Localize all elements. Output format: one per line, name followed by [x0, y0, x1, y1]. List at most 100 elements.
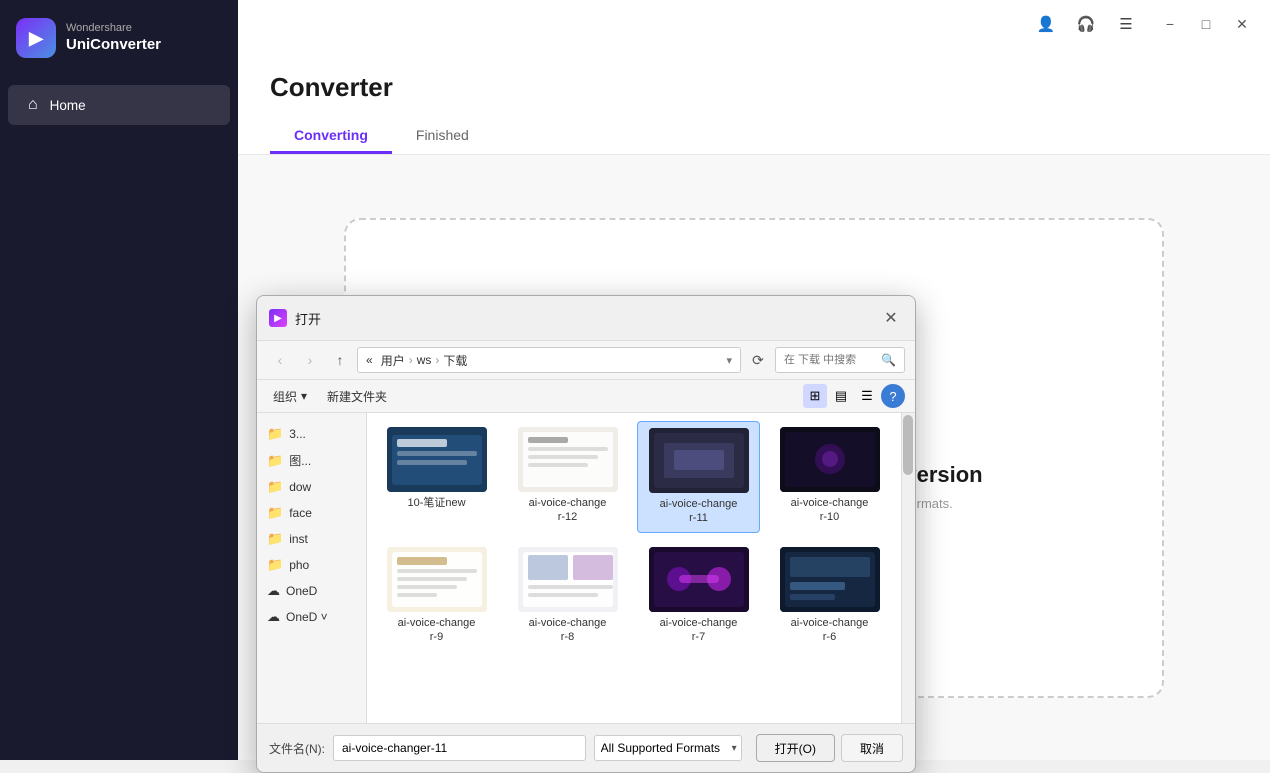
menu-button[interactable]: ☰ — [1110, 8, 1142, 40]
maximize-button[interactable]: □ — [1190, 8, 1222, 40]
home-icon: ⌂ — [28, 96, 38, 114]
dialog-footer: 文件名(N): All Supported Formats ▾ 打开(O) 取消 — [257, 723, 915, 772]
sidebar-item-home[interactable]: ⌂ Home — [8, 85, 230, 125]
breadcrumb-sep-2: › — [409, 353, 413, 367]
file-grid: 10-笔证new — [375, 421, 907, 650]
file-name: ai-voice-changer-8 — [529, 616, 607, 645]
left-item-label: 3... — [289, 427, 306, 441]
list-view-button[interactable]: ▤ — [829, 384, 853, 408]
grid-view-button[interactable]: ⊞ — [803, 384, 827, 408]
file-item-selected[interactable]: ai-voice-changer-11 — [637, 421, 760, 533]
support-button[interactable]: 🎧 — [1070, 8, 1102, 40]
sidebar-home-label: Home — [50, 98, 86, 113]
folder-icon: 📁 — [267, 505, 283, 521]
dialog-right-panel: 10-笔证new — [367, 413, 915, 723]
left-item-label: pho — [289, 558, 309, 572]
format-select-wrapper: All Supported Formats ▾ — [594, 735, 742, 761]
breadcrumb-downloads[interactable]: 下载 — [443, 352, 467, 369]
left-item-label: 图... — [289, 452, 311, 469]
file-item[interactable]: ai-voice-changer-12 — [506, 421, 629, 533]
dialog-toolbar: ‹ › ↑ « 用户 › ws › 下载 ▾ ⟳ — [257, 341, 915, 380]
up-button[interactable]: ↑ — [327, 347, 353, 373]
thumbnail-image — [649, 428, 749, 493]
tabs: Converting Finished — [270, 119, 1238, 154]
scrollbar-track[interactable] — [901, 413, 915, 723]
left-panel-item[interactable]: 📁 3... — [257, 421, 366, 447]
filename-input[interactable] — [333, 735, 586, 761]
thumbnail-image — [780, 547, 880, 612]
back-button[interactable]: ‹ — [267, 347, 293, 373]
tab-finished[interactable]: Finished — [392, 119, 493, 154]
dialog-app-icon: ▶ — [269, 309, 287, 327]
file-item[interactable]: 10-笔证new — [375, 421, 498, 533]
dialog-title: 打开 — [295, 309, 871, 328]
file-name: ai-voice-changer-12 — [529, 496, 607, 525]
breadcrumb-dropdown-icon[interactable]: ▾ — [726, 354, 732, 367]
titlebar-icons: 👤 🎧 ☰ — [1030, 8, 1142, 40]
thumbnail-image — [518, 427, 618, 492]
folder-icon: 📁 — [267, 557, 283, 573]
folder-icon: 📁 — [267, 479, 283, 495]
file-name: 10-笔证new — [407, 496, 465, 510]
breadcrumb-left-icon: « — [366, 353, 373, 367]
cloud-icon: ☁ — [267, 583, 280, 599]
file-dialog-overlay: ▶ 打开 ✕ ‹ › ↑ « 用户 › ws › — [238, 155, 1270, 760]
file-name: ai-voice-changer-7 — [660, 616, 738, 645]
file-thumbnail — [649, 547, 749, 612]
tab-converting[interactable]: Converting — [270, 119, 392, 154]
sidebar-nav: ⌂ Home — [0, 76, 238, 134]
detail-view-button[interactable]: ☰ — [855, 384, 879, 408]
organize-button[interactable]: 组织 ▾ — [267, 385, 313, 408]
file-item[interactable]: ai-voice-changer-10 — [768, 421, 891, 533]
left-item-label: face — [289, 506, 312, 520]
left-panel-item[interactable]: 📁 inst — [257, 526, 366, 552]
search-bar[interactable]: 🔍 — [775, 347, 905, 373]
page-title: Converter — [270, 72, 1238, 103]
close-button[interactable]: ✕ — [1226, 8, 1258, 40]
file-name: ai-voice-changer-10 — [791, 496, 869, 525]
dialog-close-button[interactable]: ✕ — [879, 306, 903, 330]
logo-product: UniConverter — [66, 36, 161, 54]
filename-label: 文件名(N): — [269, 740, 325, 757]
folder-icon: 📁 — [267, 426, 283, 442]
file-thumbnail — [649, 428, 749, 493]
left-panel-item[interactable]: ☁ OneD — [257, 578, 366, 604]
organize-dropdown-icon: ▾ — [301, 389, 307, 403]
file-name: ai-voice-changer-6 — [791, 616, 869, 645]
help-button[interactable]: ? — [881, 384, 905, 408]
search-input[interactable] — [784, 354, 877, 366]
breadcrumb-bar[interactable]: « 用户 › ws › 下载 ▾ — [357, 347, 741, 373]
app-logo-icon: ▶ — [16, 18, 56, 58]
left-panel-item[interactable]: 📁 face — [257, 500, 366, 526]
thumbnail-image — [518, 547, 618, 612]
left-panel-item[interactable]: 📁 图... — [257, 447, 366, 474]
refresh-button[interactable]: ⟳ — [745, 347, 771, 373]
file-item[interactable]: ai-voice-changer-7 — [637, 541, 760, 651]
folder-icon: 📁 — [267, 453, 283, 469]
content-area: Drag and drop files here to start conver… — [238, 155, 1270, 760]
new-folder-button[interactable]: 新建文件夹 — [321, 385, 393, 408]
file-thumbnail — [518, 547, 618, 612]
format-select[interactable]: All Supported Formats — [594, 735, 742, 761]
minimize-button[interactable]: − — [1154, 8, 1186, 40]
left-item-label: dow — [289, 480, 311, 494]
cancel-button[interactable]: 取消 — [841, 734, 903, 762]
file-item[interactable]: ai-voice-changer-9 — [375, 541, 498, 651]
cloud-icon: ☁ — [267, 609, 280, 625]
thumbnail-image — [387, 427, 487, 492]
file-item[interactable]: ai-voice-changer-6 — [768, 541, 891, 651]
breadcrumb-user[interactable]: 用户 — [381, 352, 405, 369]
left-panel-item[interactable]: 📁 pho — [257, 552, 366, 578]
left-panel-item[interactable]: ☁ OneD ˅ — [257, 604, 366, 630]
file-dialog: ▶ 打开 ✕ ‹ › ↑ « 用户 › ws › — [256, 295, 916, 773]
dialog-action-bar: 组织 ▾ 新建文件夹 ⊞ ▤ ☰ ? — [257, 380, 915, 413]
open-button[interactable]: 打开(O) — [756, 734, 835, 762]
scrollbar-thumb[interactable] — [903, 415, 913, 475]
profile-button[interactable]: 👤 — [1030, 8, 1062, 40]
file-thumbnail — [387, 427, 487, 492]
breadcrumb-ws[interactable]: ws — [417, 353, 432, 367]
organize-label: 组织 — [273, 388, 297, 405]
file-item[interactable]: ai-voice-changer-8 — [506, 541, 629, 651]
forward-button[interactable]: › — [297, 347, 323, 373]
left-panel-item[interactable]: 📁 dow — [257, 474, 366, 500]
